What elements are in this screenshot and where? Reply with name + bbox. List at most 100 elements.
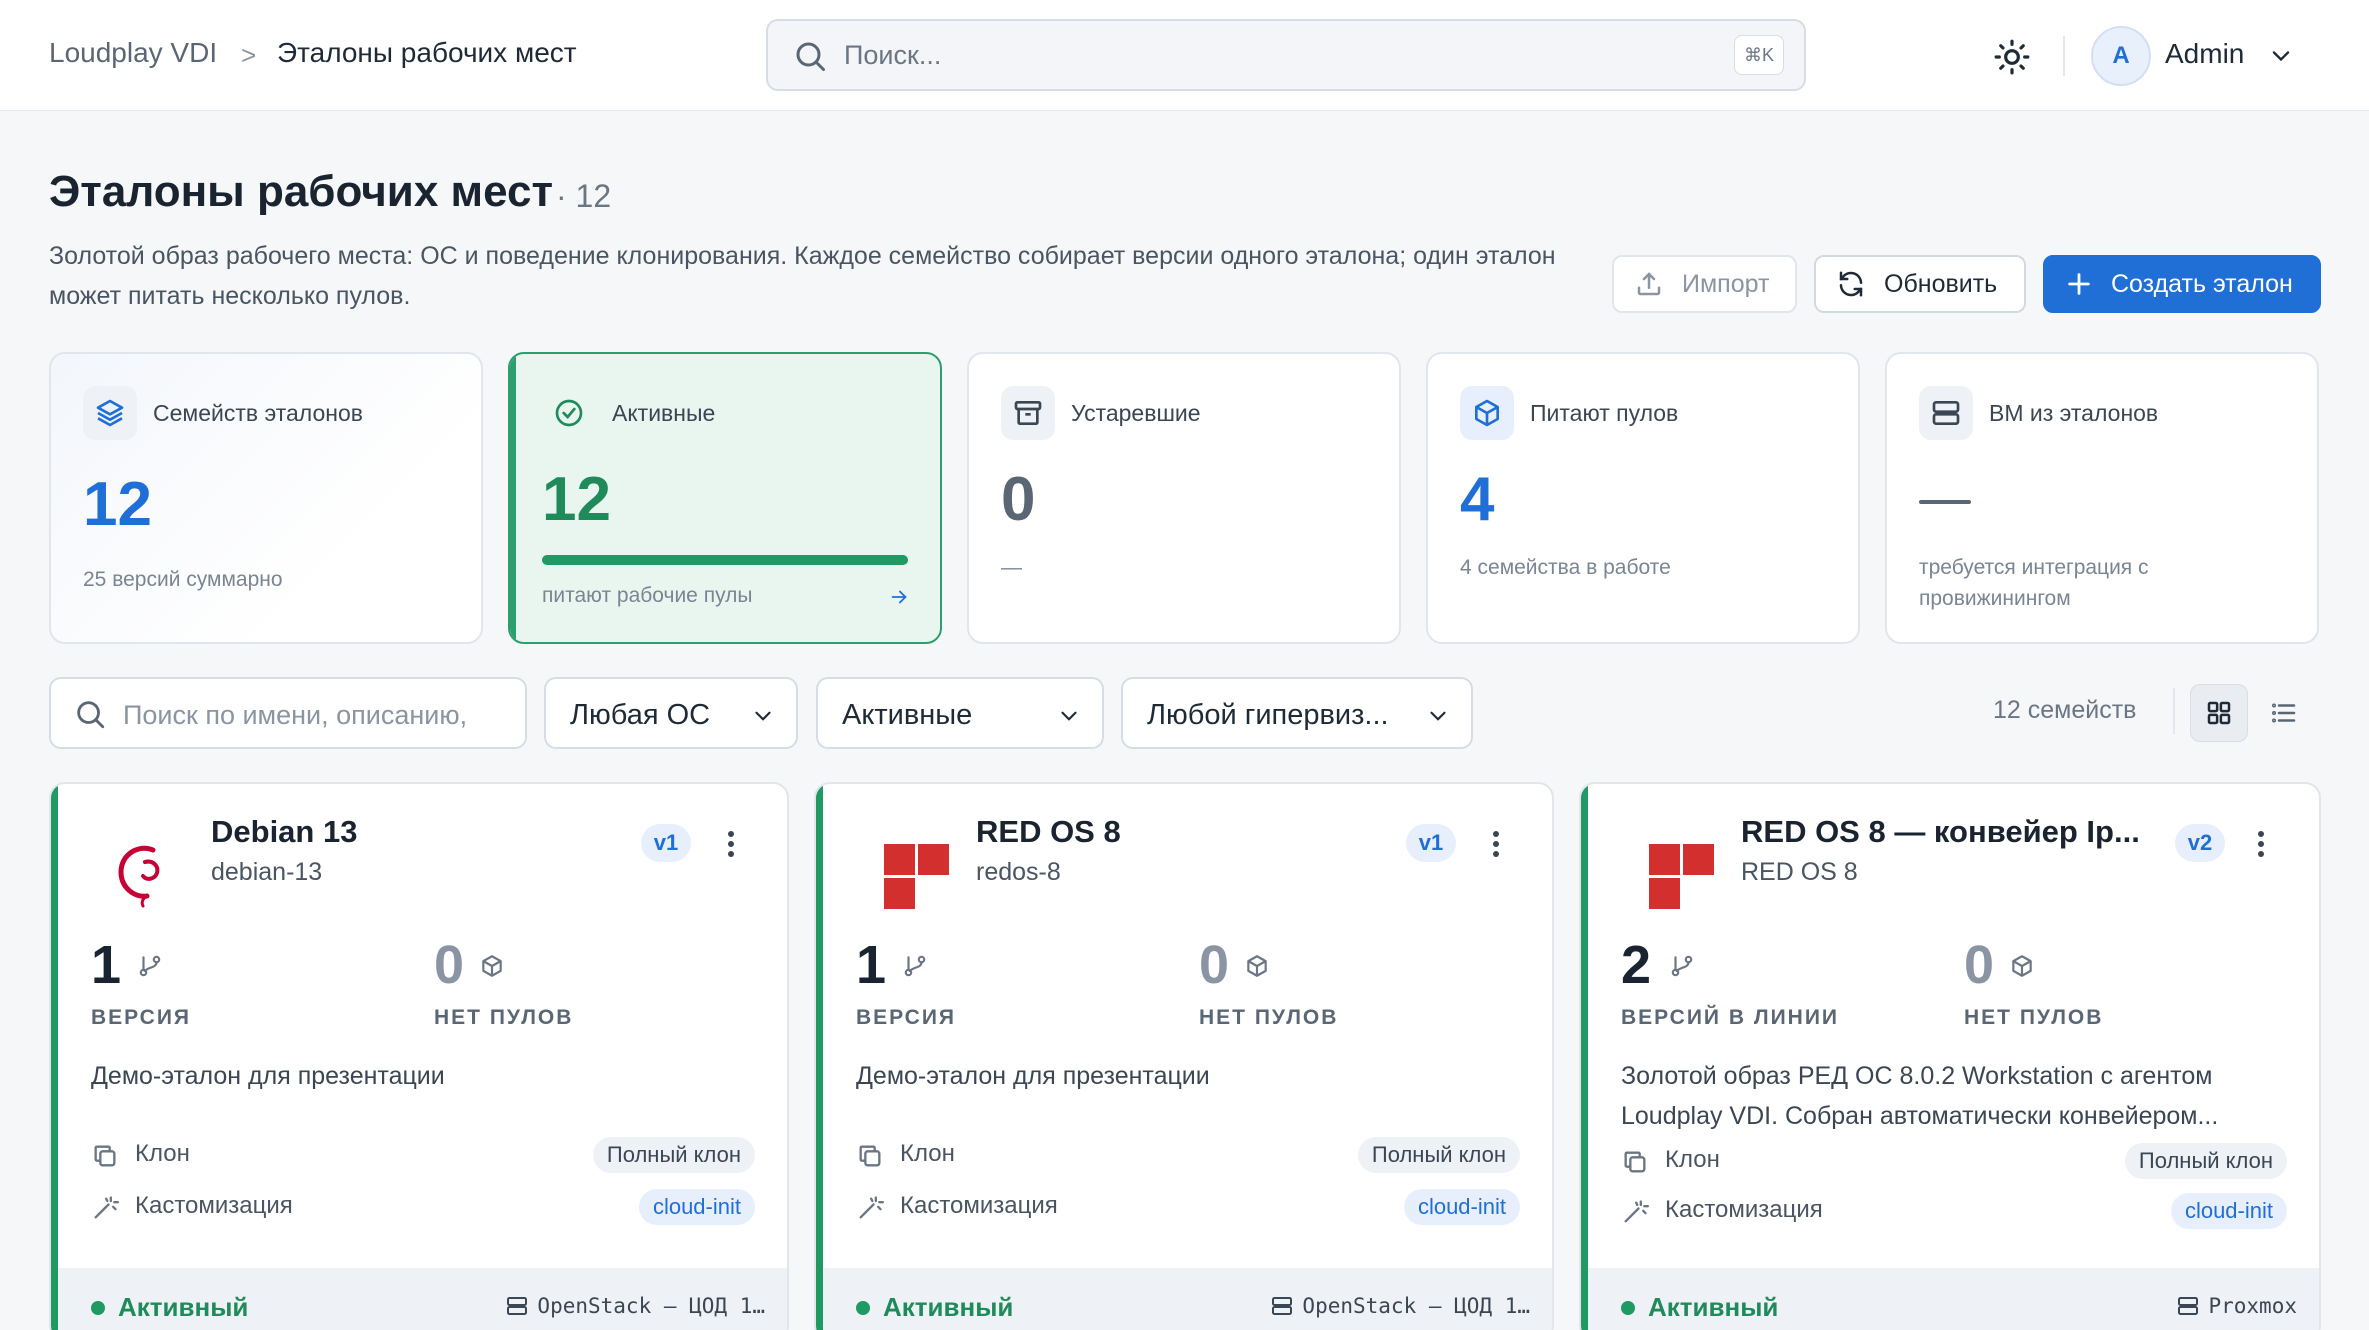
- user-name[interactable]: Admin: [2165, 38, 2244, 70]
- copy-icon: [94, 1145, 116, 1167]
- server-icon: [1919, 386, 1973, 440]
- refresh-button[interactable]: Обновить: [1814, 255, 2026, 313]
- more-vertical-icon[interactable]: [2251, 826, 2271, 862]
- copy-icon: [859, 1145, 881, 1167]
- status-dot: [1621, 1301, 1635, 1315]
- template-card[interactable]: Debian 13 debian-13 v1 1 ВЕРСИЯ 0 НЕТ ПУ…: [49, 782, 789, 1330]
- chevron-down-icon: [755, 711, 771, 721]
- template-card[interactable]: RED OS 8 redos-8 v1 1 ВЕРСИЯ 0 НЕТ ПУЛОВ…: [814, 782, 1554, 1330]
- copy-icon: [1624, 1151, 1646, 1173]
- layers-icon: [83, 386, 137, 440]
- versions-count: 1: [91, 935, 122, 995]
- import-button[interactable]: Импорт: [1612, 255, 1797, 313]
- stat-sub: 4 семейства в работе: [1460, 556, 1671, 579]
- box-icon: [1247, 955, 1267, 977]
- theme-toggle-sun-icon[interactable]: [1993, 38, 2031, 76]
- breadcrumb-root[interactable]: Loudplay VDI: [49, 37, 217, 69]
- status-select[interactable]: Активные: [816, 677, 1104, 749]
- template-description: Золотой образ РЕД ОС 8.0.2 Workstation с…: [1621, 1062, 2219, 1130]
- grid-view-button[interactable]: [2190, 684, 2248, 742]
- stat-label: Питают пулов: [1530, 400, 1679, 426]
- template-card[interactable]: RED OS 8 — конвейер Ip... RED OS 8 v2 2 …: [1579, 782, 2321, 1330]
- arrow-right-icon[interactable]: [888, 586, 910, 608]
- stat-sub: 25 версий суммарно: [83, 568, 283, 591]
- breadcrumb-current: Эталоны рабочих мест: [277, 37, 577, 68]
- search-shortcut-badge: ⌘K: [1734, 35, 1784, 75]
- status-dot: [91, 1301, 105, 1315]
- server-icon: [1272, 1297, 1293, 1315]
- filter-search-placeholder: Поиск по имени, описанию,: [123, 700, 468, 730]
- status-text: Активный: [1648, 1292, 1779, 1322]
- template-name[interactable]: RED OS 8 — конвейер Ip...: [1741, 814, 2140, 850]
- more-vertical-icon[interactable]: [1486, 826, 1506, 862]
- pools-count: 0: [434, 935, 465, 995]
- stat-pools[interactable]: Питают пулов 4 4 семейства в работе: [1426, 352, 1860, 644]
- hypervisor-name: OpenStack — ЦОД 1…: [537, 1294, 765, 1318]
- pools-count: 0: [1199, 935, 1230, 995]
- version-badge: v1: [1406, 824, 1456, 862]
- customization-label: Кастомизация: [1665, 1196, 1823, 1223]
- os-select[interactable]: Любая ОС: [544, 677, 798, 749]
- hypervisor-info: OpenStack — ЦОД 1…: [505, 1294, 765, 1318]
- status-text: Активный: [118, 1292, 249, 1322]
- card-footer: Активный OpenStack — ЦОД 1…: [823, 1268, 1552, 1330]
- divider: [2173, 688, 2175, 734]
- box-icon: [482, 955, 502, 977]
- stat-active[interactable]: Активные 12 питают рабочие пулы: [508, 352, 942, 644]
- user-avatar[interactable]: A: [2091, 26, 2151, 86]
- global-search-input[interactable]: Поиск... ⌘K: [766, 19, 1806, 91]
- stat-label: Семейств эталонов: [153, 400, 363, 426]
- search-icon: [77, 701, 105, 729]
- chevron-down-icon[interactable]: [2267, 42, 2295, 70]
- card-footer: Активный OpenStack — ЦОД 1…: [58, 1268, 787, 1330]
- hypervisor-info: Proxmox: [2176, 1294, 2297, 1318]
- filter-search-input[interactable]: Поиск по имени, описанию,: [49, 677, 527, 749]
- archive-icon: [1001, 386, 1055, 440]
- breadcrumb-separator: >: [241, 40, 257, 70]
- more-vertical-icon[interactable]: [721, 826, 741, 862]
- git-branch-icon: [1671, 955, 1693, 977]
- customization-tag: cloud-init: [2170, 1193, 2287, 1229]
- stat-vms[interactable]: ВМ из эталонов требуется интеграция с пр…: [1885, 352, 2319, 644]
- list-view-button[interactable]: [2255, 684, 2313, 742]
- clone-label: Клон: [1665, 1146, 1720, 1173]
- version-badge: v1: [641, 824, 691, 862]
- upload-icon: [1637, 272, 1661, 296]
- status-dot: [856, 1301, 870, 1315]
- magic-wand-icon: [94, 1196, 119, 1219]
- active-progress-fill: [542, 555, 908, 565]
- customization-tag: cloud-init: [638, 1189, 755, 1225]
- server-icon: [507, 1297, 528, 1315]
- page-count: · 12: [556, 178, 612, 214]
- stat-value: 4: [1460, 465, 1495, 534]
- page-description: Золотой образ рабочего места: ОС и повед…: [49, 242, 1556, 310]
- stat-value: 0: [1001, 465, 1036, 534]
- stat-deprecated[interactable]: Устаревшие 0 —: [967, 352, 1401, 644]
- template-name[interactable]: RED OS 8: [976, 814, 1121, 850]
- server-icon: [2178, 1297, 2199, 1315]
- chevron-down-icon: [1061, 711, 1077, 721]
- top-bar: Loudplay VDI > Эталоны рабочих мест Поис…: [0, 0, 2369, 111]
- template-name[interactable]: Debian 13: [211, 814, 357, 850]
- template-description: Демо-эталон для презентации: [856, 1062, 1210, 1090]
- stat-label: Устаревшие: [1071, 400, 1201, 426]
- clone-label: Клон: [900, 1140, 955, 1167]
- box-icon: [2012, 955, 2032, 977]
- search-placeholder: Поиск...: [844, 40, 942, 70]
- clone-mode-tag: Полный клон: [2124, 1143, 2287, 1179]
- search-icon: [796, 42, 825, 71]
- versions-count: 1: [856, 935, 887, 995]
- clone-mode-tag: Полный клон: [592, 1137, 755, 1173]
- create-template-button[interactable]: Создать эталон: [2043, 255, 2321, 313]
- page-title: Эталоны рабочих мест: [49, 167, 554, 216]
- version-badge: v2: [2175, 824, 2225, 862]
- stat-label: Активные: [612, 400, 716, 426]
- versions-label: ВЕРСИЯ: [856, 1006, 957, 1029]
- template-description: Демо-эталон для презентации: [91, 1062, 445, 1090]
- stat-families[interactable]: Семейств эталонов 12 25 версий суммарно: [49, 352, 483, 644]
- os-select-value: Любая ОС: [570, 699, 711, 731]
- hypervisor-select[interactable]: Любой гипервиз...: [1121, 677, 1473, 749]
- card-footer: Активный Proxmox: [1588, 1268, 2319, 1330]
- versions-label: ВЕРСИЙ В ЛИНИИ: [1621, 1006, 1840, 1029]
- stat-sub: —: [1001, 556, 1022, 579]
